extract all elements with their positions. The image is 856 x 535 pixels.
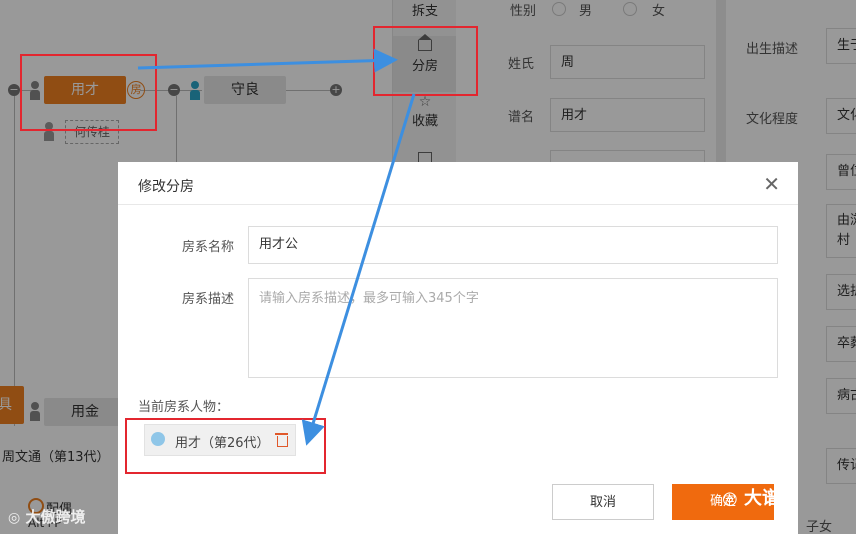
wechat-icon: ◎ (722, 488, 738, 509)
watermark-right: ◎ 大谱师 (722, 484, 798, 510)
wechat-icon: ◎ (8, 510, 21, 526)
annotation-arrows (137, 48, 416, 446)
arrow-to-fenfang (137, 48, 398, 73)
watermark-right-text: 大谱师 (744, 488, 798, 509)
watermark-left-text: 大傲跨境 (25, 508, 86, 526)
arrow-to-member (301, 93, 416, 446)
watermark-left: ◎ 大傲跨境 (8, 506, 85, 527)
